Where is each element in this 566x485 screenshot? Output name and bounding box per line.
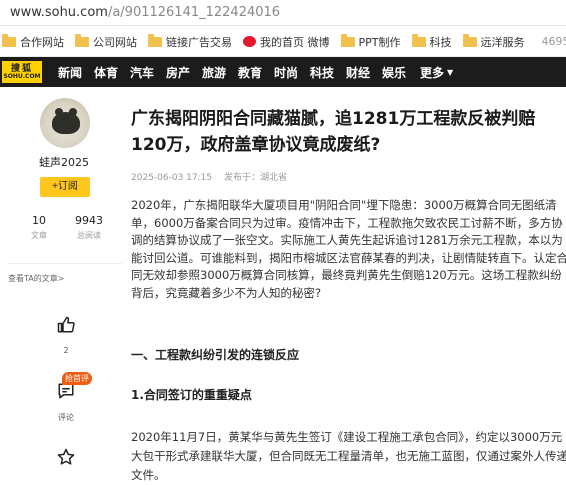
views-label: 总阅读 <box>64 230 114 241</box>
article-title: 广东揭阳阴阳合同藏猫腻，追1281万工程款反被判赔120万，政府盖章协议竟成废纸… <box>131 106 559 158</box>
bookmark-item[interactable]: PPT制作 <box>341 34 401 50</box>
nav-item-finance[interactable]: 财经 <box>340 64 376 81</box>
nav-item-tech[interactable]: 科技 <box>304 64 340 81</box>
nav-item-entertainment[interactable]: 娱乐 <box>376 64 412 81</box>
publish-source: 发布于：湖北省 <box>224 173 287 183</box>
like-button[interactable]: 2 <box>46 310 86 355</box>
paragraph: 2020年，广东揭阳联华大厦项目用"阴阳合同"埋下隐患：3000万概算合同无图纸… <box>131 197 566 302</box>
bookmark-label: 合作网站 <box>20 34 64 50</box>
nav-more-label: 更多 <box>420 64 444 81</box>
bookmark-item[interactable]: 公司网站 <box>75 34 137 50</box>
bookmark-label: 我的首页 微博 <box>260 34 330 50</box>
bookmark-item[interactable]: 链接广告交易 <box>148 34 232 50</box>
bookmark-label: 链接广告交易 <box>166 34 232 50</box>
nav-item-auto[interactable]: 汽车 <box>124 64 160 81</box>
folder-icon <box>412 37 426 47</box>
like-count: 2 <box>46 346 86 355</box>
avatar[interactable] <box>40 98 90 148</box>
comment-label: 评论 <box>46 412 86 423</box>
bookmark-label: 公司网站 <box>93 34 137 50</box>
subsection-heading: 1.合同签订的重重疑点 <box>131 386 252 403</box>
folder-icon <box>75 37 89 47</box>
bookmark-item[interactable]: 合作网站 <box>2 34 64 50</box>
folder-icon <box>341 37 355 47</box>
star-icon <box>51 442 81 472</box>
paragraph: 2020年11月7日，黄某华与黄先生签订《建设工程施工承包合同》，约定以3000… <box>131 428 566 485</box>
folder-icon <box>148 37 162 47</box>
nav-item-realestate[interactable]: 房产 <box>160 64 196 81</box>
weibo-icon <box>243 36 256 47</box>
article-body: 2020年，广东揭阳联华大厦项目用"阴阳合同"埋下隐患：3000万概算合同无图纸… <box>131 197 566 302</box>
articles-label: 文章 <box>14 230 64 241</box>
author-name[interactable]: 蛙声2025 <box>0 154 128 170</box>
nav-item-news[interactable]: 新闻 <box>52 64 88 81</box>
section-heading: 一、工程款纠纷引发的连锁反应 <box>131 346 299 363</box>
bookmark-item[interactable]: 科技 <box>412 34 452 50</box>
articles-count: 10 <box>14 214 64 227</box>
url-path: /a/901126141_122424016 <box>108 5 280 20</box>
sohu-logo[interactable]: 搜狐 SOHU.COM <box>2 61 42 83</box>
bookmark-label: 远洋服务 <box>481 34 525 50</box>
nav-item-education[interactable]: 教育 <box>232 64 268 81</box>
thumbs-up-icon <box>51 310 81 340</box>
comment-badge: 抢首评 <box>62 372 92 385</box>
articles-stat[interactable]: 10 文章 <box>14 214 64 241</box>
publish-date: 2025-06-03 17:15 <box>131 173 212 183</box>
favorite-button[interactable] <box>46 442 86 472</box>
views-stat: 9943 总阅读 <box>64 214 114 241</box>
bookmark-number: 469549369 <box>542 35 566 48</box>
nav-item-travel[interactable]: 旅游 <box>196 64 232 81</box>
article-meta: 2025-06-03 17:15 发布于：湖北省 <box>131 170 287 183</box>
comment-button[interactable]: 抢首评 评论 <box>46 376 86 423</box>
views-count: 9943 <box>64 214 114 227</box>
folder-icon <box>2 37 16 47</box>
author-card: 蛙声2025 +订阅 10 文章 9943 总阅读 查看TA的文章> <box>0 88 122 288</box>
author-stats: 10 文章 9943 总阅读 <box>0 214 128 241</box>
frog-image <box>52 112 80 134</box>
bookmarks-bar: 合作网站 公司网站 链接广告交易 我的首页 微博 PPT制作 科技 远洋服务 4… <box>0 27 566 57</box>
nav-item-sports[interactable]: 体育 <box>88 64 124 81</box>
chevron-down-icon: ▼ <box>447 68 453 77</box>
bookmark-label: PPT制作 <box>359 34 401 50</box>
all-posts-link[interactable]: 查看TA的文章> <box>8 263 122 284</box>
folder-icon <box>463 37 477 47</box>
bookmark-label: 科技 <box>430 34 452 50</box>
nav-more[interactable]: 更多▼ <box>420 64 453 81</box>
url-host: www.sohu.com <box>10 5 108 20</box>
bookmark-item[interactable]: 远洋服务 <box>463 34 525 50</box>
follow-button[interactable]: +订阅 <box>40 177 90 197</box>
bookmark-item[interactable]: 我的首页 微博 <box>243 34 330 50</box>
address-bar[interactable]: www.sohu.com/a/901126141_122424016 <box>0 0 566 26</box>
nav-item-fashion[interactable]: 时尚 <box>268 64 304 81</box>
site-nav: 搜狐 SOHU.COM 新闻 体育 汽车 房产 旅游 教育 时尚 科技 财经 娱… <box>0 57 566 87</box>
logo-subtext: SOHU.COM <box>3 74 40 80</box>
